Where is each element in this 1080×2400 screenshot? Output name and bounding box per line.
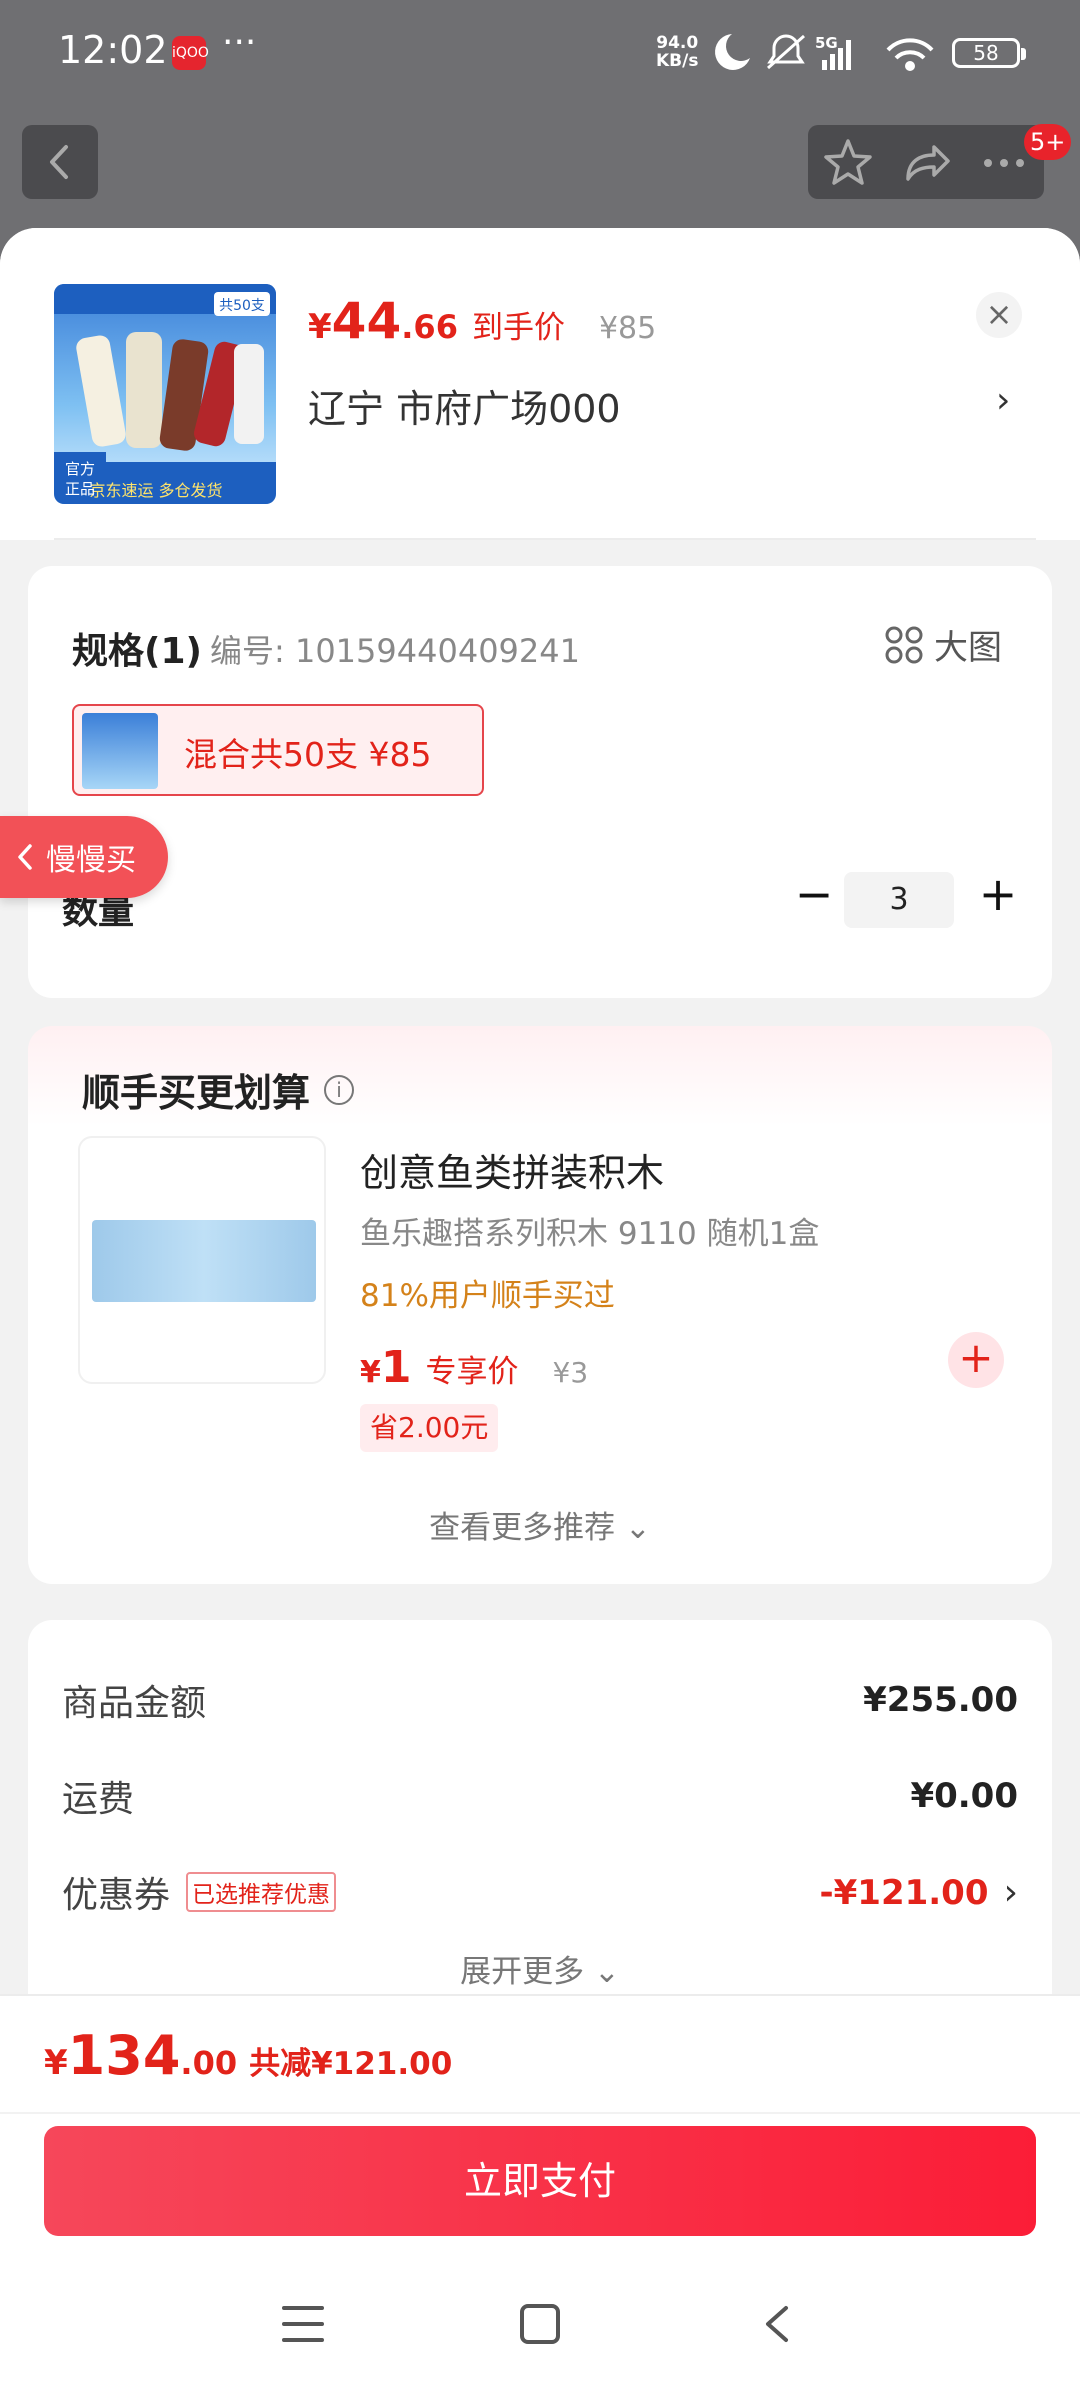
sheet-header: 共50支 京东速运 多仓发货 官方 正品 ¥ 44 .66 到手价 ¥85 辽宁… <box>0 228 1080 540</box>
info-icon[interactable]: i <box>324 1074 355 1105</box>
big-view-label: 大图 <box>934 628 1002 668</box>
back-icon[interactable] <box>756 2302 800 2346</box>
pay-bar: ¥ 134 .00 共减¥121.00 立即支付 <box>0 1994 1080 2400</box>
battery-icon: 58 <box>952 38 1026 68</box>
big-view-button[interactable]: 大图 <box>884 620 1002 669</box>
divider <box>54 538 1036 540</box>
coupon-tag: 已选推荐优惠 <box>186 1872 337 1912</box>
grid-icon <box>885 626 923 663</box>
delivery-address[interactable]: 辽宁 市府广场000 <box>308 378 621 433</box>
spec-title: 规格(1) <box>72 631 202 672</box>
spec-thumbnail <box>82 713 158 789</box>
total-price: ¥ 134 .00 共减¥121.00 <box>44 2024 453 2087</box>
expand-more-link[interactable]: 展开更多 ⌄ <box>28 1946 1052 1991</box>
save-badge: 省2.00元 <box>360 1404 499 1452</box>
chevron-left-icon <box>50 145 68 179</box>
top-actions <box>808 125 1044 199</box>
recommend-buyers: 81%用户顺手买过 <box>360 1278 615 1314</box>
svg-text:正品: 正品 <box>65 480 95 498</box>
menu-icon[interactable] <box>282 2306 324 2346</box>
pay-now-button[interactable]: 立即支付 <box>44 2126 1036 2236</box>
chevron-right-icon[interactable]: › <box>1004 1872 1018 1913</box>
price-currency: ¥ <box>308 307 332 347</box>
summary-row-shipping: 运费 ¥0.00 <box>62 1776 1018 1820</box>
recommend-card: 顺手买更划算 i 创意鱼类拼装积木 鱼乐趣搭系列积木 9110 随机1盒 81%… <box>28 1026 1052 1584</box>
coupon-value: -¥121.00 <box>819 1872 989 1913</box>
back-button[interactable] <box>22 125 98 199</box>
more-recommend-link[interactable]: 查看更多推荐 ⌄ <box>28 1502 1052 1547</box>
svg-text:共50支: 共50支 <box>219 298 265 314</box>
recommend-product-image[interactable] <box>78 1136 326 1384</box>
status-time: 12:02 <box>58 28 168 72</box>
recommend-product-name[interactable]: 创意鱼类拼装积木 <box>360 1142 664 1197</box>
total-reduce: 共减¥121.00 <box>249 2046 453 2082</box>
more-icon[interactable] <box>984 159 1024 167</box>
product-image[interactable]: 共50支 京东速运 多仓发货 官方 正品 <box>54 284 276 504</box>
summary-row-goods: 商品金额 ¥255.00 <box>62 1680 1018 1724</box>
net-speed: 94.0 KB/s <box>656 33 699 71</box>
svg-text:京东速运 多仓发货: 京东速运 多仓发货 <box>89 481 222 500</box>
recommend-title: 顺手买更划算 i <box>82 1062 355 1117</box>
app-notification-icon: iQOO <box>172 36 209 70</box>
network-type: 5G <box>815 34 838 52</box>
price-tag: 到手价 <box>471 310 565 346</box>
summary-card: 商品金额 ¥255.00 运费 ¥0.00 优惠券 已选推荐优惠 -¥121.0… <box>28 1620 1052 2020</box>
star-icon[interactable] <box>824 139 872 185</box>
mute-icon <box>767 34 805 70</box>
chevron-right-icon[interactable]: › <box>996 380 1010 421</box>
message-badge: 5+ <box>1024 124 1072 160</box>
quantity-decrease-button[interactable]: − <box>784 866 844 926</box>
chevron-left-icon <box>18 844 32 870</box>
more-notifications-icon: ··· <box>222 22 257 63</box>
spec-option-selected[interactable]: 混合共50支 ¥85 <box>72 704 484 796</box>
original-price: ¥85 <box>598 311 657 346</box>
home-icon[interactable] <box>520 2304 560 2344</box>
status-bar: 12:02 iQOO ··· 94.0 KB/s 5G 58 <box>0 0 1080 110</box>
price-line: ¥ 44 .66 到手价 ¥85 <box>308 292 656 350</box>
quantity-increase-button[interactable]: + <box>968 866 1028 926</box>
system-nav-bar <box>0 2264 1080 2400</box>
image-corner-text: 官方 <box>65 460 95 478</box>
share-icon[interactable] <box>906 145 950 181</box>
price-decimal: .66 <box>401 308 458 346</box>
recommend-price: ¥ 1 专享价 ¥3 <box>360 1342 589 1393</box>
wifi-icon <box>886 38 934 71</box>
spec-card: 规格(1) 编号: 10159440409241 大图 混合共50支 ¥85 数… <box>28 566 1052 998</box>
slow-buy-tab[interactable]: 慢慢买 <box>0 816 168 898</box>
summary-row-coupon[interactable]: 优惠券 已选推荐优惠 -¥121.00 › <box>62 1862 1018 1922</box>
product-code: 编号: 10159440409241 <box>210 632 580 670</box>
recommend-product-desc: 鱼乐趣搭系列积木 9110 随机1盒 <box>360 1216 820 1252</box>
price-integer: 44 <box>331 292 402 350</box>
quantity-input[interactable]: 3 <box>844 872 954 928</box>
add-recommend-button[interactable]: + <box>948 1332 1004 1388</box>
checkout-sheet: 共50支 京东速运 多仓发货 官方 正品 ¥ 44 .66 到手价 ¥85 辽宁… <box>0 228 1080 2400</box>
moon-icon <box>715 34 750 70</box>
close-button[interactable]: × <box>976 292 1022 338</box>
spec-option-label: 混合共50支 ¥85 <box>184 735 432 774</box>
